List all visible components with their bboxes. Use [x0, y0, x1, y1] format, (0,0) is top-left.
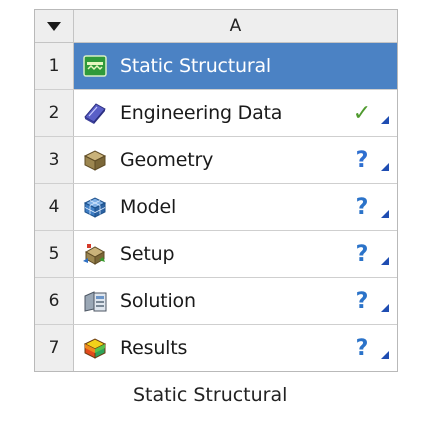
corner-marker-icon: [381, 257, 389, 265]
row-number: 3: [35, 137, 74, 183]
system-row-1: 1 Static Structural: [35, 43, 397, 90]
cell-label: Static Structural: [120, 55, 272, 77]
cell-engineering-data[interactable]: Engineering Data ✓: [74, 90, 397, 136]
row-number: 1: [35, 43, 74, 89]
row-number: 6: [35, 278, 74, 324]
setup-icon: [82, 241, 108, 267]
engineering-data-icon: [82, 100, 108, 126]
corner-marker-icon: [381, 210, 389, 218]
analysis-system-block: A 1 Static Structural 2 Engineering Data…: [34, 9, 398, 372]
system-row-6: 6 Solution ?: [35, 278, 397, 325]
static-structural-icon: [82, 53, 108, 79]
system-row-7: 7 Results ?: [35, 325, 397, 371]
corner-marker-icon: [381, 163, 389, 171]
row-number: 7: [35, 325, 74, 371]
cell-label: Geometry: [120, 149, 214, 171]
row-number: 5: [35, 231, 74, 277]
column-header-a: A: [229, 16, 242, 36]
unfulfilled-icon: ?: [355, 241, 369, 267]
model-icon: [82, 194, 108, 220]
cell-label: Model: [120, 196, 177, 218]
up-to-date-check-icon: ✓: [352, 100, 372, 126]
system-row-2: 2 Engineering Data ✓: [35, 90, 397, 137]
unfulfilled-icon: ?: [355, 194, 369, 220]
system-name-label[interactable]: Static Structural: [133, 384, 287, 406]
dropdown-arrow-icon: [47, 21, 61, 31]
system-menu-button[interactable]: [35, 10, 74, 42]
results-icon: [82, 335, 108, 361]
geometry-icon: [82, 147, 108, 173]
system-row-4: 4 Model ?: [35, 184, 397, 231]
attention-required-icon: ?: [355, 147, 369, 173]
cell-solution[interactable]: Solution ?: [74, 278, 397, 324]
cell-static-structural[interactable]: Static Structural: [74, 43, 397, 89]
block-header: A: [35, 10, 397, 43]
solution-icon: [82, 288, 108, 314]
cell-label: Setup: [120, 243, 175, 265]
cell-model[interactable]: Model ?: [74, 184, 397, 230]
cell-setup[interactable]: Setup ?: [74, 231, 397, 277]
cell-results[interactable]: Results ?: [74, 325, 397, 371]
system-row-5: 5 Setup ?: [35, 231, 397, 278]
corner-marker-icon: [381, 304, 389, 312]
cell-label: Engineering Data: [120, 102, 283, 124]
unfulfilled-icon: ?: [355, 288, 369, 314]
unfulfilled-icon: ?: [355, 335, 369, 361]
cell-label: Results: [120, 337, 188, 359]
cell-label: Solution: [120, 290, 196, 312]
system-row-3: 3 Geometry ?: [35, 137, 397, 184]
corner-marker-icon: [381, 116, 389, 124]
row-number: 4: [35, 184, 74, 230]
row-number: 2: [35, 90, 74, 136]
cell-geometry[interactable]: Geometry ?: [74, 137, 397, 183]
corner-marker-icon: [381, 351, 389, 359]
